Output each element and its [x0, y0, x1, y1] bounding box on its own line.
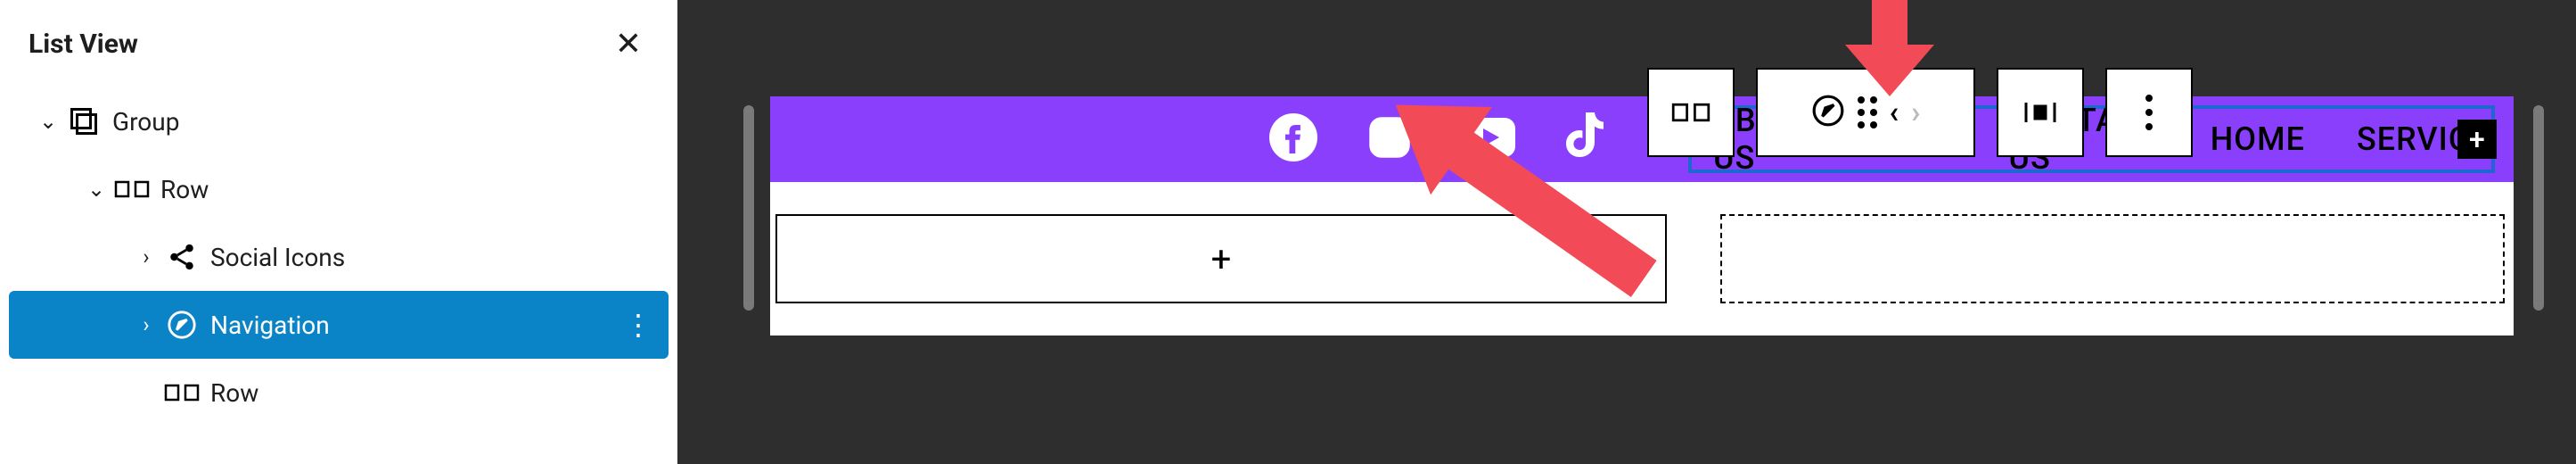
nav-link[interactable]: SERVIC	[2357, 120, 2470, 158]
tree-item-navigation[interactable]: › Navigation ⋮	[9, 291, 669, 359]
empty-column-placeholder[interactable]	[1720, 214, 2505, 303]
tree-item-social-icons[interactable]: › Social Icons	[9, 223, 669, 291]
list-view-header: List View ✕	[0, 0, 677, 87]
tree-item-row[interactable]: ⌄ Row	[9, 155, 669, 223]
tree-item-label: Group	[112, 107, 179, 137]
chevron-down-icon[interactable]: ⌄	[84, 177, 109, 202]
editor-canvas: ‹ › ABOUT US BLOG CO	[677, 0, 2576, 464]
close-icon[interactable]: ✕	[615, 25, 642, 62]
app-root: List View ✕ ⌄ Group ⌄ Row ›	[0, 0, 2576, 464]
header-row[interactable]: ABOUT US BLOG CONTACT US HOME SERVIC +	[770, 96, 2514, 182]
annotation-arrow-down	[1836, 0, 1943, 98]
compass-icon[interactable]	[1811, 94, 1845, 131]
tree-item-label: Row	[210, 378, 258, 408]
list-view-title: List View	[29, 29, 138, 60]
more-vertical-icon	[2145, 95, 2153, 130]
drag-handle-icon[interactable]	[1858, 96, 1877, 128]
justify-button[interactable]	[1997, 68, 2084, 157]
tree-item-label: Navigation	[210, 311, 330, 340]
move-right-button[interactable]: ›	[1911, 95, 1920, 130]
chevron-down-icon[interactable]: ⌄	[36, 109, 61, 134]
chevron-right-icon[interactable]: ›	[134, 312, 159, 337]
options-button[interactable]	[2105, 68, 2193, 157]
add-block-button[interactable]: +	[2457, 120, 2497, 159]
group-icon	[64, 102, 103, 141]
options-icon[interactable]: ⋮	[624, 308, 652, 342]
tree-item-row[interactable]: Row	[9, 359, 669, 427]
list-view-panel: List View ✕ ⌄ Group ⌄ Row ›	[0, 0, 677, 464]
tree-item-group[interactable]: ⌄ Group	[9, 87, 669, 155]
select-parent-button[interactable]	[1647, 68, 1735, 157]
share-icon	[162, 237, 201, 277]
block-tree: ⌄ Group ⌄ Row › Social Icons	[0, 87, 677, 427]
tree-item-label: Row	[160, 175, 209, 204]
scrollbar[interactable]	[743, 105, 754, 311]
compass-icon	[162, 305, 201, 344]
nav-link[interactable]: HOME	[2211, 120, 2305, 158]
chevron-right-icon[interactable]: ›	[134, 244, 159, 269]
move-left-button[interactable]: ‹	[1890, 95, 1899, 130]
plus-icon: +	[1211, 238, 1232, 280]
tree-item-label: Social Icons	[210, 243, 345, 272]
facebook-icon[interactable]	[1269, 113, 1317, 165]
row-icon	[162, 373, 201, 412]
scrollbar[interactable]	[2533, 105, 2544, 311]
row-icon	[112, 170, 152, 209]
